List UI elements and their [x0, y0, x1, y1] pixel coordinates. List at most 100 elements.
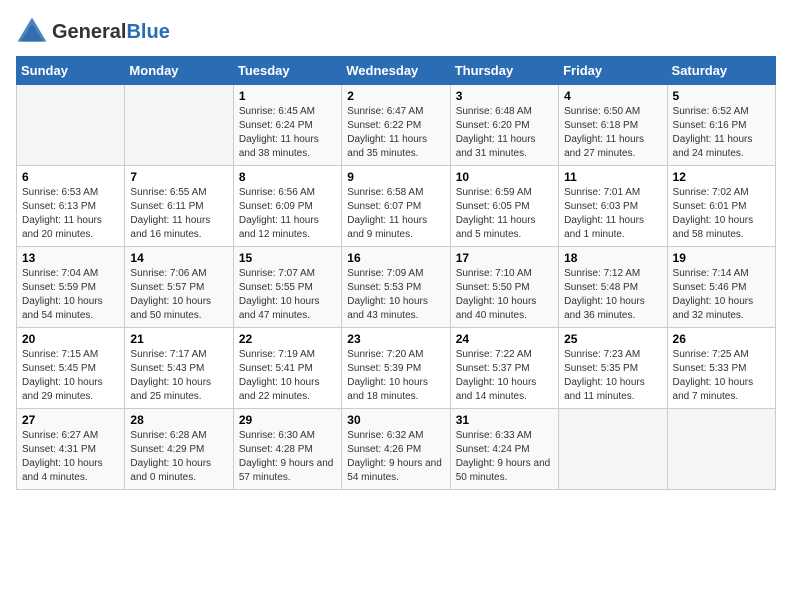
calendar-cell: 11 Sunrise: 7:01 AM Sunset: 6:03 PM Dayli…: [559, 166, 667, 247]
day-info: Sunrise: 6:47 AM Sunset: 6:22 PM Dayligh…: [347, 105, 444, 161]
day-info: Sunrise: 6:56 AM Sunset: 6:09 PM Dayligh…: [239, 186, 336, 242]
calendar-cell: [559, 409, 667, 490]
day-number: 26: [673, 332, 770, 346]
logo-icon: [16, 16, 48, 48]
day-info: Sunrise: 6:32 AM Sunset: 4:26 PM Dayligh…: [347, 429, 444, 485]
day-number: 8: [239, 170, 336, 184]
day-number: 17: [456, 251, 553, 265]
page-header: GeneralBlue: [16, 16, 776, 48]
day-of-week-wednesday: Wednesday: [342, 57, 450, 85]
day-info: Sunrise: 6:59 AM Sunset: 6:05 PM Dayligh…: [456, 186, 553, 242]
day-info: Sunrise: 6:58 AM Sunset: 6:07 PM Dayligh…: [347, 186, 444, 242]
day-number: 18: [564, 251, 661, 265]
calendar-cell: 22Sunrise: 7:19 AM Sunset: 5:41 PM Dayli…: [233, 328, 341, 409]
day-number: 6: [22, 170, 119, 184]
calendar-week-row: 1Sunrise: 6:45 AM Sunset: 6:24 PM Daylig…: [17, 85, 776, 166]
calendar-cell: 9 Sunrise: 6:58 AM Sunset: 6:07 PM Daylig…: [342, 166, 450, 247]
calendar-cell: 19 Sunrise: 7:14 AM Sunset: 5:46 PM Dayli…: [667, 247, 775, 328]
calendar-week-row: 6Sunrise: 6:53 AM Sunset: 6:13 PM Daylig…: [17, 166, 776, 247]
calendar-cell: 23Sunrise: 7:20 AM Sunset: 5:39 PM Dayli…: [342, 328, 450, 409]
calendar-cell: 20 Sunrise: 7:15 AM Sunset: 5:45 PM Dayli…: [17, 328, 125, 409]
day-number: 25: [564, 332, 661, 346]
day-info: Sunrise: 7:04 AM Sunset: 5:59 PM Dayligh…: [22, 267, 119, 323]
day-number: 5: [673, 89, 770, 103]
calendar-cell: [667, 409, 775, 490]
calendar-cell: 2 Sunrise: 6:47 AM Sunset: 6:22 PM Daylig…: [342, 85, 450, 166]
day-number: 3: [456, 89, 553, 103]
day-number: 14: [130, 251, 227, 265]
calendar-cell: 8 Sunrise: 6:56 AM Sunset: 6:09 PM Daylig…: [233, 166, 341, 247]
calendar-cell: 1Sunrise: 6:45 AM Sunset: 6:24 PM Daylig…: [233, 85, 341, 166]
day-info: Sunrise: 7:07 AM Sunset: 5:55 PM Dayligh…: [239, 267, 336, 323]
day-number: 21: [130, 332, 227, 346]
calendar-cell: 5 Sunrise: 6:52 AM Sunset: 6:16 PM Daylig…: [667, 85, 775, 166]
day-info: Sunrise: 6:50 AM Sunset: 6:18 PM Dayligh…: [564, 105, 661, 161]
day-of-week-sunday: Sunday: [17, 57, 125, 85]
calendar-cell: 27 Sunrise: 6:27 AM Sunset: 4:31 PM Dayli…: [17, 409, 125, 490]
day-of-week-tuesday: Tuesday: [233, 57, 341, 85]
calendar-cell: [125, 85, 233, 166]
day-number: 24: [456, 332, 553, 346]
calendar-week-row: 13 Sunrise: 7:04 AM Sunset: 5:59 PM Dayli…: [17, 247, 776, 328]
day-of-week-friday: Friday: [559, 57, 667, 85]
calendar-week-row: 27 Sunrise: 6:27 AM Sunset: 4:31 PM Dayli…: [17, 409, 776, 490]
day-number: 23: [347, 332, 444, 346]
day-info: Sunrise: 7:14 AM Sunset: 5:46 PM Dayligh…: [673, 267, 770, 323]
calendar-cell: 28Sunrise: 6:28 AM Sunset: 4:29 PM Dayli…: [125, 409, 233, 490]
day-info: Sunrise: 6:45 AM Sunset: 6:24 PM Dayligh…: [239, 105, 336, 161]
day-info: Sunrise: 7:09 AM Sunset: 5:53 PM Dayligh…: [347, 267, 444, 323]
day-number: 27: [22, 413, 119, 427]
calendar-cell: 10Sunrise: 6:59 AM Sunset: 6:05 PM Dayli…: [450, 166, 558, 247]
calendar-cell: 26 Sunrise: 7:25 AM Sunset: 5:33 PM Dayli…: [667, 328, 775, 409]
calendar-cell: 25 Sunrise: 7:23 AM Sunset: 5:35 PM Dayli…: [559, 328, 667, 409]
day-info: Sunrise: 7:12 AM Sunset: 5:48 PM Dayligh…: [564, 267, 661, 323]
calendar-cell: 21Sunrise: 7:17 AM Sunset: 5:43 PM Dayli…: [125, 328, 233, 409]
day-number: 28: [130, 413, 227, 427]
day-number: 19: [673, 251, 770, 265]
calendar-cell: 15 Sunrise: 7:07 AM Sunset: 5:55 PM Dayli…: [233, 247, 341, 328]
day-info: Sunrise: 6:52 AM Sunset: 6:16 PM Dayligh…: [673, 105, 770, 161]
day-info: Sunrise: 6:48 AM Sunset: 6:20 PM Dayligh…: [456, 105, 553, 161]
calendar-cell: 14 Sunrise: 7:06 AM Sunset: 5:57 PM Dayli…: [125, 247, 233, 328]
calendar-cell: 3 Sunrise: 6:48 AM Sunset: 6:20 PM Daylig…: [450, 85, 558, 166]
day-number: 9: [347, 170, 444, 184]
logo: GeneralBlue: [16, 16, 170, 48]
calendar-cell: 24 Sunrise: 7:22 AM Sunset: 5:37 PM Dayli…: [450, 328, 558, 409]
day-number: 15: [239, 251, 336, 265]
day-info: Sunrise: 7:23 AM Sunset: 5:35 PM Dayligh…: [564, 348, 661, 404]
day-number: 12: [673, 170, 770, 184]
calendar-header-row: SundayMondayTuesdayWednesdayThursdayFrid…: [17, 57, 776, 85]
day-number: 31: [456, 413, 553, 427]
calendar-cell: 30 Sunrise: 6:32 AM Sunset: 4:26 PM Dayli…: [342, 409, 450, 490]
day-of-week-monday: Monday: [125, 57, 233, 85]
calendar-week-row: 20 Sunrise: 7:15 AM Sunset: 5:45 PM Dayli…: [17, 328, 776, 409]
day-number: 11: [564, 170, 661, 184]
day-number: 2: [347, 89, 444, 103]
day-number: 30: [347, 413, 444, 427]
calendar-cell: 31 Sunrise: 6:33 AM Sunset: 4:24 PM Dayli…: [450, 409, 558, 490]
day-info: Sunrise: 6:30 AM Sunset: 4:28 PM Dayligh…: [239, 429, 336, 485]
day-of-week-saturday: Saturday: [667, 57, 775, 85]
calendar-cell: 17 Sunrise: 7:10 AM Sunset: 5:50 PM Dayli…: [450, 247, 558, 328]
day-info: Sunrise: 7:15 AM Sunset: 5:45 PM Dayligh…: [22, 348, 119, 404]
calendar-cell: 13 Sunrise: 7:04 AM Sunset: 5:59 PM Dayli…: [17, 247, 125, 328]
day-info: Sunrise: 7:01 AM Sunset: 6:03 PM Dayligh…: [564, 186, 661, 242]
day-info: Sunrise: 7:25 AM Sunset: 5:33 PM Dayligh…: [673, 348, 770, 404]
day-number: 7: [130, 170, 227, 184]
day-info: Sunrise: 7:19 AM Sunset: 5:41 PM Dayligh…: [239, 348, 336, 404]
day-number: 20: [22, 332, 119, 346]
day-info: Sunrise: 6:27 AM Sunset: 4:31 PM Dayligh…: [22, 429, 119, 485]
day-number: 13: [22, 251, 119, 265]
day-info: Sunrise: 7:22 AM Sunset: 5:37 PM Dayligh…: [456, 348, 553, 404]
day-number: 16: [347, 251, 444, 265]
day-number: 29: [239, 413, 336, 427]
day-info: Sunrise: 6:33 AM Sunset: 4:24 PM Dayligh…: [456, 429, 553, 485]
calendar-cell: 16 Sunrise: 7:09 AM Sunset: 5:53 PM Dayli…: [342, 247, 450, 328]
day-info: Sunrise: 6:55 AM Sunset: 6:11 PM Dayligh…: [130, 186, 227, 242]
calendar-cell: 7 Sunrise: 6:55 AM Sunset: 6:11 PM Daylig…: [125, 166, 233, 247]
day-of-week-thursday: Thursday: [450, 57, 558, 85]
day-info: Sunrise: 7:10 AM Sunset: 5:50 PM Dayligh…: [456, 267, 553, 323]
day-info: Sunrise: 7:06 AM Sunset: 5:57 PM Dayligh…: [130, 267, 227, 323]
calendar-cell: 4Sunrise: 6:50 AM Sunset: 6:18 PM Daylig…: [559, 85, 667, 166]
day-info: Sunrise: 7:02 AM Sunset: 6:01 PM Dayligh…: [673, 186, 770, 242]
